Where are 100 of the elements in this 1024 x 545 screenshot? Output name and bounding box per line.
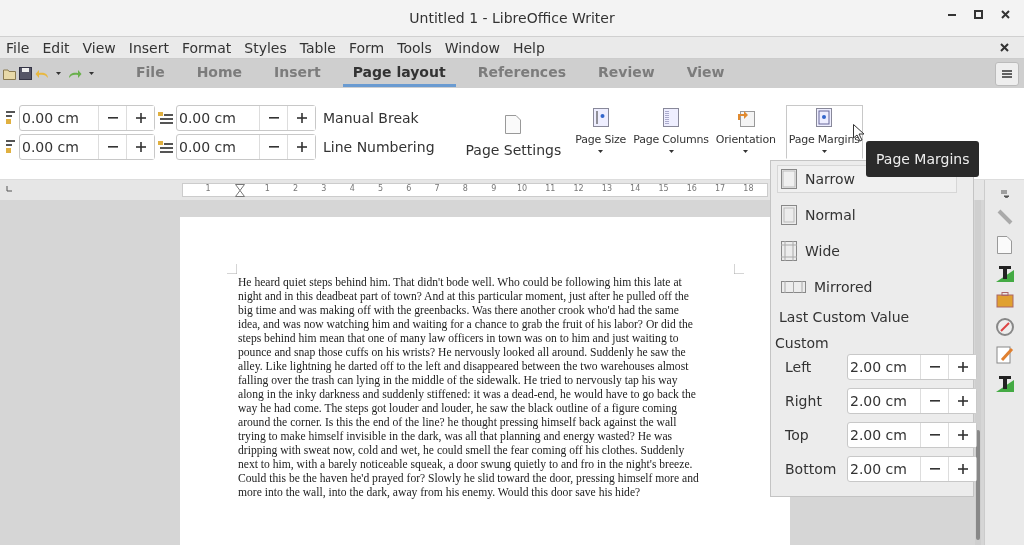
caret-icon [821,150,827,153]
close-icon[interactable] [1001,10,1010,19]
ruler-number: 7 [434,184,440,193]
spin-field[interactable]: 2.00 cm [847,422,977,448]
spin-field[interactable]: 2.00 cm [847,456,977,482]
section-heading: Custom [775,335,830,351]
ruler-number: 2 [293,184,299,193]
menu-item[interactable]: Table [299,39,336,56]
margin-preset-item[interactable]: Wide [777,237,957,265]
menu-button[interactable] [995,62,1019,86]
ruler[interactable]: 1 1 2 3 4 5 6 7 8 9 10 11 12 13 14 15 16 17 18 [182,183,768,197]
spin-field[interactable]: 2.00 cm [847,388,977,414]
ruler-number: 9 [491,184,497,193]
menu-item[interactable]: Edit [42,39,70,56]
spin-field[interactable]: 2.00 cm [847,354,977,380]
ribbon-button[interactable]: Page Settings [462,112,565,161]
ribbon-dropdown-button[interactable]: Page Columns [630,105,712,157]
page-margins-icon [781,169,797,189]
briefcase-icon[interactable] [995,292,1014,308]
menu-item[interactable]: Window [444,39,500,56]
margin-preset-item[interactable]: Normal [777,201,957,229]
text-style-icon[interactable] [995,374,1014,392]
ruler-number: 11 [545,184,556,193]
menu-item[interactable]: View [82,39,116,56]
increment-button[interactable] [948,355,976,379]
minus-icon [929,468,940,470]
ruler-number: 3 [321,184,327,193]
increment-button[interactable] [948,423,976,447]
window-title: Untitled 1 - LibreOffice Writer [409,10,615,26]
plus-icon [296,113,307,123]
toggle-label[interactable]: Manual Break [318,110,435,126]
caret-icon[interactable] [89,72,94,75]
body-paragraph: He heard quiet steps behind him. That didn't bode well. Who could be following him this late at night and in this deadbeat part of town? And at this particular moment, just after he pulled off the big time and was making off with the greenbacks. Was there another crook who'd had the same idea, and was now watching him and waiting for a chance to grab the fruit of his labor? Or did the steps behind him mean that one of many law officers in town was on to him and just waiting to pounce and snap those cuffs on his wrists? He nervously looked all around. Suddenly he saw the alley. Like lightning he darted off to the left and disappeared between the two warehouses almost falling over the trash can lying in the middle of the sidewalk. He tried to nervously tap his way along in the inky darkness and suddenly stiffened: it was a dead-end, he would have to go back the way he had come. The steps got louder and louder, he saw the black outline of a figure coming around the corner. Is this the end of the line? he thought pressing himself back against the wall trying to make himself invisible in the dark, was all that planning and energy wasted? He was dripping with sweat now, cold and wet, he could smell the fear coming off his clothes. Suddenly next to him, with a barely noticeable squeak, a door swung quietly to and fro in the night's breeze. Could this be the haven he'd prayed for? Slowly he slid toward the door, pressing himself more and more into the wall, into the dark, away from his enemy. Would this door save his hide? [238,276,699,500]
menu-item[interactable]: Format [181,39,232,56]
field-value: 0.00 cm [178,139,237,155]
edit-document-icon[interactable] [995,346,1014,364]
ruler-number: 14 [630,184,641,193]
menu-item[interactable]: Form [348,39,385,56]
field-value: 2.00 cm [849,461,908,477]
caret-icon [598,150,604,153]
spin-field[interactable]: 0.00 cm [19,105,155,131]
increment-button[interactable] [287,106,315,130]
increment-button[interactable] [126,135,154,159]
page-margins-icon [816,108,833,127]
menu-item[interactable]: Help [512,39,545,56]
ruler-number: 18 [743,184,754,193]
page-icon[interactable] [997,236,1012,254]
ruler-number: 6 [406,184,412,193]
text-style-icon[interactable] [995,264,1014,282]
ruler-number: 8 [462,184,468,193]
corner-mark [734,264,744,274]
menu-item[interactable]: File [6,39,30,56]
minus-icon [268,146,279,148]
menu-item[interactable]: Styles [244,39,287,56]
ruler-number: 13 [601,184,612,193]
increment-button[interactable] [948,389,976,413]
indent-marker-icon[interactable] [235,184,245,197]
field-label: Bottom [785,461,838,477]
menu-icon [1002,70,1012,78]
menu-item[interactable]: Last Custom Value [779,309,965,325]
margin-preset-item[interactable]: Mirrored [777,273,957,301]
scrollbar-thumb[interactable] [976,430,980,540]
minus-icon [107,117,118,119]
ruler-number: 12 [573,184,584,193]
minus-icon [268,117,279,119]
ruler-number: 1 [264,184,270,193]
ribbon-dropdown-button[interactable]: Orientation [712,105,779,157]
increment-button[interactable] [948,457,976,481]
minus-icon [929,366,940,368]
field-label: Left [785,359,813,375]
spacing-icon [157,140,174,154]
minus-icon [929,400,940,402]
field-value: 2.00 cm [849,393,908,409]
tab-stop-icon[interactable] [6,186,12,192]
spin-field[interactable]: 0.00 cm [176,105,316,131]
increment-button[interactable] [126,106,154,130]
minimize-icon[interactable] [948,13,956,16]
maximize-icon[interactable] [974,10,983,19]
ruler-number: 17 [715,184,726,193]
caret-icon[interactable] [56,72,61,75]
page-columns-icon [663,108,679,127]
spin-field[interactable]: 0.00 cm [176,134,316,160]
page-margins-icon [781,205,797,225]
sidebar-menu-icon[interactable] [1000,190,1009,198]
spin-field[interactable]: 0.00 cm [19,134,155,160]
ruler-number: 5 [377,184,384,193]
save-icon[interactable] [19,67,32,80]
increment-button[interactable] [287,135,315,159]
plus-icon [135,142,146,152]
page-size-icon [592,108,609,127]
caret-icon [668,150,674,153]
close-icon[interactable] [1000,43,1009,52]
page-margins-icon [781,241,797,261]
menu-item[interactable]: Tools [397,39,432,56]
menu-item[interactable]: Insert [128,39,169,56]
compass-icon[interactable] [995,318,1014,336]
toggle-label[interactable]: Line Numbering [318,139,435,155]
ruler-number: 16 [686,184,697,193]
field-value: 0.00 cm [21,110,80,126]
ribbon-dropdown-button[interactable]: Page Size [572,105,630,157]
